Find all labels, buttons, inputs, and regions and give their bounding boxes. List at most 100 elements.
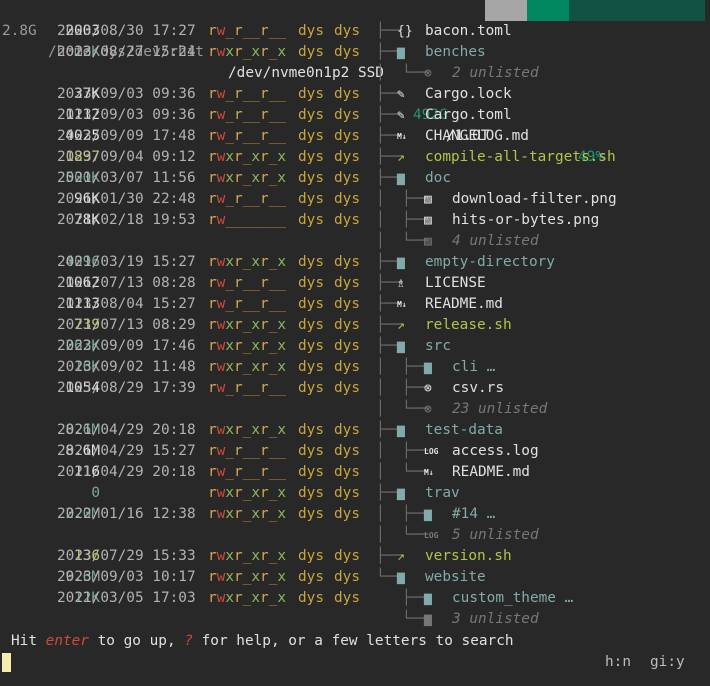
hidden-toggle-indicator[interactable]: h:n [605, 652, 631, 673]
entry-name[interactable]: hits-or-bytes.png [452, 210, 599, 231]
entry-name[interactable]: cli … [452, 357, 495, 378]
tree-row[interactable]: 4096 2021/03/19 15:27 rwxr_xr_x dys dys ├── ▆ e… [0, 252, 710, 273]
tree-row[interactable]: 12K 2021/03/05 17:03 rwxr_xr_x dys dys ├── ▆ c… [0, 588, 710, 609]
owner-name: dys [298, 338, 324, 354]
owner-name: dys [298, 380, 324, 396]
modified-date: 2021/04/29 15:27 [57, 443, 196, 459]
entry-name[interactable]: CHANGELOG.md [425, 126, 529, 147]
tree-row[interactable]: │ └── ⊗ 2 unlisted [0, 63, 710, 84]
entry-name[interactable]: custom_theme … [452, 588, 573, 609]
modified-date: 2021/07/13 08:29 [57, 317, 196, 333]
entry-name[interactable]: Cargo.toml [425, 105, 512, 126]
group-name: dys [334, 44, 360, 60]
file-icon: {} [397, 24, 413, 39]
permissions: rw_______ [208, 212, 287, 228]
group-name: dys [334, 380, 360, 396]
folder-icon: ▆ [397, 339, 405, 354]
folder-icon: ▆ [397, 570, 405, 585]
entry-name[interactable]: access.log [452, 441, 539, 462]
owner-name: dys [298, 149, 324, 165]
tree-row[interactable]: 4025 2023/09/09 17:48 rw_r__r__ dys dys ├── M↓… [0, 126, 710, 147]
modified-date: 2023/09/03 09:36 [57, 107, 196, 123]
enter-key-hint: enter [45, 633, 89, 649]
unlisted-count: 5 unlisted [452, 527, 539, 543]
input-cursor[interactable] [2, 653, 11, 672]
tree-row[interactable]: 0 rwxr_xr_x dys dys ├── ▆ trav [0, 483, 710, 504]
entry-name[interactable]: README.md [452, 462, 530, 483]
group-name: dys [334, 107, 360, 123]
modified-date: 2021/03/07 11:56 [57, 170, 196, 186]
tree-row[interactable]: 37K 2023/09/03 09:36 rw_r__r__ dys dys ├── ✎ Ca… [0, 84, 710, 105]
tree-row[interactable]: 8.6M 2021/04/29 20:18 rwxr_xr_x dys dys ├── ▆ t… [0, 420, 710, 441]
file-icon: M↓ [424, 468, 434, 477]
file-icon: ▨ [424, 234, 432, 249]
tree-row[interactable]: 8.6M 2021/04/29 15:27 rw_r__r__ dys dys │ ├──… [0, 441, 710, 462]
entry-name[interactable]: bacon.toml [425, 21, 512, 42]
modified-date: 2021/03/05 17:03 [57, 590, 196, 606]
modified-date: 2023/09/03 09:36 [57, 86, 196, 102]
modified-date: 2023/09/04 09:12 [57, 149, 196, 165]
entry-name[interactable]: empty-directory [425, 252, 555, 273]
tree-row[interactable]: 1112 2023/09/03 09:36 rw_r__r__ dys dys ├── ✎ C… [0, 105, 710, 126]
tree-branch: │ └── [376, 233, 428, 249]
tree-row[interactable]: 96K 2021/01/30 22:48 rw_r__r__ dys dys │ ├── ▨… [0, 189, 710, 210]
tree-row[interactable]: └── ▆ 3 unlisted [0, 609, 710, 630]
tree-branch: │ ├── [376, 212, 428, 228]
tree-row[interactable]: 262K 2023/09/09 17:46 rwxr_xr_x dys dys ├── ▆ s… [0, 336, 710, 357]
owner-name: dys [298, 128, 324, 144]
tree-row[interactable]: 739 2021/07/13 08:29 rwxr_xr_x dys dys ├── ↗ re… [0, 315, 710, 336]
owner-name: dys [298, 191, 324, 207]
entry-name[interactable]: test-data [425, 420, 503, 441]
tree-row[interactable]: 116 2021/04/29 20:18 rw_r__r__ dys dys │ └── M… [0, 462, 710, 483]
owner-name: dys [298, 422, 324, 438]
file-icon: ⊗ [424, 381, 432, 396]
owner-name: dys [298, 569, 324, 585]
entry-name[interactable]: trav [425, 483, 460, 504]
permissions: rwxr_xr_x [208, 44, 287, 60]
owner-name: dys [298, 296, 324, 312]
help-line: Hit enter to go up, ? for help, or a few… [11, 633, 514, 649]
entry-name[interactable]: release.sh [425, 315, 512, 336]
entry-name[interactable]: Cargo.lock [425, 84, 512, 105]
entry-name[interactable]: version.sh [425, 546, 512, 567]
group-name: dys [334, 128, 360, 144]
owner-name: dys [298, 23, 324, 39]
file-icon: ⊗ [424, 402, 432, 417]
tree-row[interactable]: │ └── LOG 5 unlisted [0, 525, 710, 546]
entry-name[interactable]: src [425, 336, 451, 357]
entry-name[interactable]: compile-all-targets.sh [425, 147, 616, 168]
tree-row[interactable]: 16K 2023/09/02 11:48 rwxr_xr_x dys dys │ ├── ▆… [0, 357, 710, 378]
tree-row[interactable]: 2.0M 2022/01/16 12:38 rwxr_xr_x dys dys │ ├──… [0, 504, 710, 525]
tree-row[interactable]: 2003 2023/08/30 17:27 rw_r__r__ dys dys ├──{}… [0, 21, 710, 42]
tree-row[interactable]: 1897 2023/09/04 09:12 rwxr_xr_x dys dys ├── ↗ c… [0, 147, 710, 168]
group-name: dys [334, 464, 360, 480]
gitignore-toggle-indicator[interactable]: gi:y [650, 652, 685, 673]
group-name: dys [334, 23, 360, 39]
tree-row[interactable]: 500K 2021/03/07 11:56 rwxr_xr_x dys dys ├── ▆ d… [0, 168, 710, 189]
tree-row[interactable]: 78K 2021/02/18 19:53 rw_______ dys dys │ ├── ▨… [0, 210, 710, 231]
tree-row[interactable]: │ └── ▨ 4 unlisted [0, 231, 710, 252]
entry-name[interactable]: doc [425, 168, 451, 189]
tree-row[interactable]: 1062 2021/07/13 08:28 rw_r__r__ dys dys ├── ♗ L… [0, 273, 710, 294]
tree-row[interactable]: │ └── ⊗ 23 unlisted [0, 399, 710, 420]
entry-name[interactable]: website [425, 567, 486, 588]
entry-name[interactable]: csv.rs [452, 378, 504, 399]
tree-row[interactable]: 136 2023/07/29 15:33 rwxr_xr_x dys dys ├── ↗ ve… [0, 546, 710, 567]
entry-name[interactable]: LICENSE [425, 273, 486, 294]
entry-name[interactable]: README.md [425, 294, 503, 315]
tree-branch: │ ├── [376, 191, 428, 207]
tree-row[interactable]: 1113 2023/08/04 15:27 rw_r__r__ dys dys ├── M↓… [0, 294, 710, 315]
entry-name[interactable]: download-filter.png [452, 189, 617, 210]
owner-name: dys [298, 170, 324, 186]
tree-row[interactable]: 9.6M 2023/09/03 10:17 rwxr_xr_x dys dys └── ▆ w… [0, 567, 710, 588]
permissions: rw_r__r__ [208, 464, 287, 480]
entry-name[interactable]: benches [425, 42, 486, 63]
tree-row[interactable]: 12K 2023/08/27 15:24 rwxr_xr_x dys dys ├── ▆ be… [0, 42, 710, 63]
modified-date: 2021/04/29 20:18 [57, 422, 196, 438]
entry-name[interactable]: #14 … [452, 504, 495, 525]
tree-row[interactable]: 1054 2023/08/29 17:39 rw_r__r__ dys dys │ ├──… [0, 378, 710, 399]
group-name: dys [334, 443, 360, 459]
file-icon: ⊗ [424, 66, 432, 81]
tree-branch: │ ├── [376, 443, 428, 459]
tree-branch: │ └── [376, 464, 428, 480]
